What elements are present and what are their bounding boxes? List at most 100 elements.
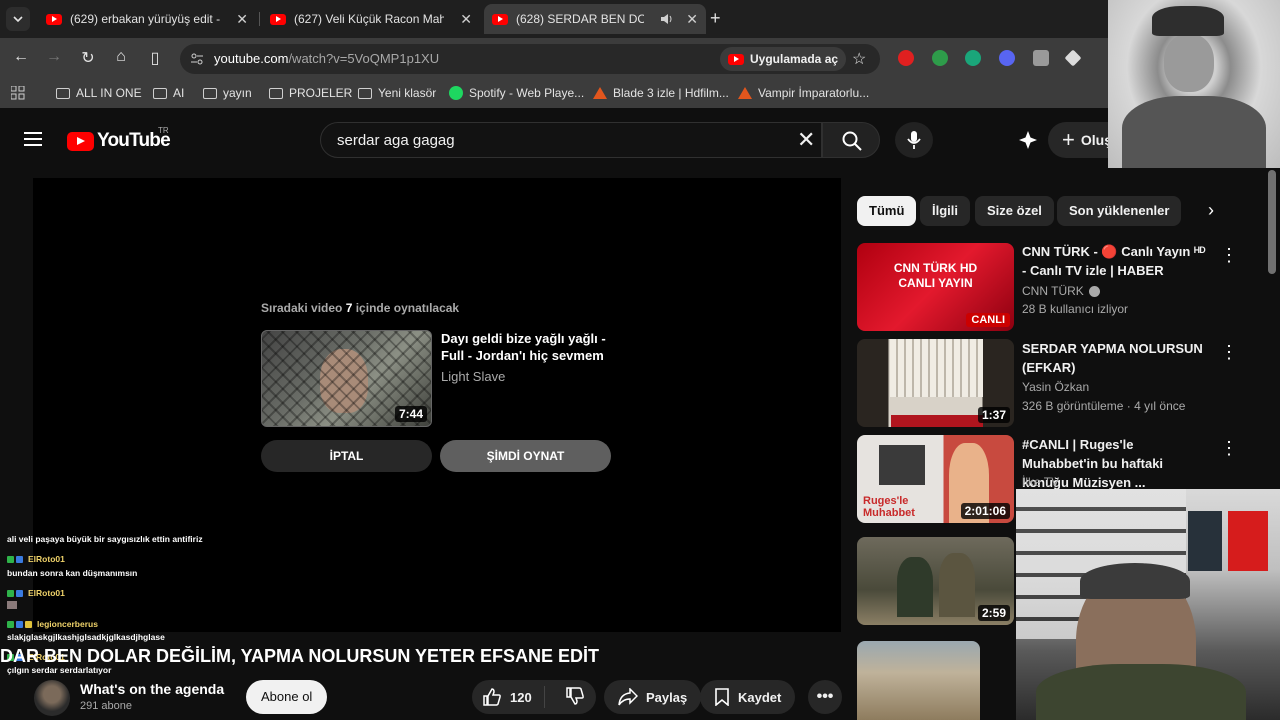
extension-adblock-icon[interactable] [898,50,914,66]
thumbnail-photo [879,445,925,485]
more-vertical-icon[interactable]: ⋮ [1220,342,1238,363]
tab-search-button[interactable] [6,7,30,31]
thumbs-down-icon [565,686,584,705]
site-info-icon[interactable] [190,52,204,66]
like-button[interactable]: 120 [472,686,545,708]
dislike-button[interactable] [553,686,597,709]
region-code: TR [158,126,169,135]
chat-username: ElRoto01 [28,588,65,598]
folder-icon [153,87,167,99]
search-input[interactable]: serdar aga gagag ✕ [320,122,822,158]
recommendation-thumbnail[interactable]: 1:37 [857,339,1014,427]
bookmark-projeler[interactable]: PROJELER [269,86,352,100]
chat-badge-icon [25,620,32,628]
extension-diamond-icon[interactable] [1064,49,1082,67]
extension-discord-icon[interactable] [999,50,1015,66]
save-button[interactable]: Kaydet [700,680,796,714]
folder-icon [358,87,372,99]
play-now-button[interactable]: ŞİMDİ OYNAT [440,440,611,472]
chevron-right-icon[interactable]: › [1200,200,1222,224]
recommendation-thumbnail[interactable] [857,641,980,720]
bookmark-blade-3[interactable]: Blade 3 izle | Hdfilm... [593,86,729,100]
new-tab-icon[interactable]: + [710,8,721,29]
open-in-app-button[interactable]: Uygulamada aç [720,47,847,71]
bookmark-yeni-klasor[interactable]: Yeni klasör [358,86,436,100]
bookmark-star-icon[interactable]: ☆ [852,49,866,69]
browser-tab-active[interactable]: (628) SERDAR BEN DOLAR DEĞİLİM ✕ [484,4,706,34]
clear-search-icon[interactable]: ✕ [797,127,815,153]
autoplay-prefix: Sıradaki video [261,301,346,315]
close-tab-icon[interactable]: ✕ [460,11,472,28]
youtube-masthead: YouTube TR serdar aga gagag ✕ + Oluş [0,108,1280,170]
apps-grid-icon[interactable] [11,86,25,100]
bookmark-label: PROJELER [289,86,353,100]
reading-list-icon[interactable]: ▯ [144,48,166,68]
chat-message: bundan sonra kan düşmanımsın [7,568,138,578]
recommendation-title[interactable]: SERDAR YAPMA NOLURSUN (EFKAR) [1022,339,1208,377]
recommendation-channel[interactable]: Yasin Özkan [1022,380,1089,394]
up-next-thumbnail[interactable]: 7:44 [261,330,432,427]
browser-tab[interactable]: (629) erbakan yürüyüş edit - YouTube ✕ [38,4,256,34]
url-path: /watch?v=5VoQMP1p1XU [288,51,440,66]
bookmark-yayin[interactable]: yayın [203,86,252,100]
bookmarks-bar: ALL IN ONE AI yayın PROJELER Yeni klasör… [0,80,1280,108]
search-input-value[interactable]: serdar aga gagag [337,132,455,149]
more-vertical-icon[interactable]: ⋮ [1220,245,1238,266]
extension-shield-icon[interactable] [1033,50,1049,66]
chip-all[interactable]: Tümü [857,196,917,226]
site-icon [593,87,607,99]
sparkle-icon[interactable] [1018,130,1038,150]
more-actions-button[interactable]: ••• [808,680,842,714]
chip-recently-uploaded[interactable]: Son yüklenenler [1057,196,1182,226]
open-in-app-label: Uygulamada aç [750,52,839,66]
recommendation-thumbnail[interactable]: Ruges'le Muhabbet 2:01:06 [857,435,1014,523]
bookmark-all-in-one[interactable]: ALL IN ONE [56,86,142,100]
youtube-logo[interactable]: YouTube [67,130,171,152]
forward-arrow-icon[interactable]: → [43,48,65,66]
close-tab-icon[interactable]: ✕ [686,11,698,28]
duration-badge: 7:44 [394,406,427,422]
recommendation-title[interactable]: CNN TÜRK - 🔴 Canlı Yayın ᴴᴰ - Canlı TV i… [1022,242,1208,280]
share-button[interactable]: Paylaş [604,680,702,714]
recommendation-thumbnail[interactable]: CNN TÜRK HD CANLI YAYIN CANLI [857,243,1014,331]
browser-tab[interactable]: (627) Veli Küçük Racon Mahkeme ✕ [262,4,480,34]
bookmark-label: Spotify - Web Playe... [469,86,585,100]
address-bar[interactable]: youtube.com/watch?v=5VoQMP1p1XU Uygulama… [180,44,880,74]
extension-grammarly-icon[interactable] [965,50,981,66]
recommendation-meta: 326 B görüntüleme · 4 yıl önce [1022,399,1186,413]
bookmark-vampir[interactable]: Vampir İmparatorlu... [738,86,869,100]
live-badge: CANLI [966,313,1010,327]
search-button[interactable] [822,122,880,158]
recommendation-channel[interactable]: İlke TV [1022,475,1059,489]
chat-message: ali veli paşaya büyük bir saygısızlık et… [7,534,203,544]
recommendation-channel[interactable]: CNN TÜRK [1022,284,1100,298]
webcam-flag [1228,511,1268,571]
home-icon[interactable]: ⌂ [110,48,132,66]
speaker-icon[interactable] [660,13,674,25]
extension-icon[interactable] [932,50,948,66]
up-next-title[interactable]: Dayı geldi bize yağlı yağlı - Full - Jor… [441,330,611,364]
chip-related[interactable]: İlgili [920,196,970,226]
subscribe-button[interactable]: Abone ol [246,680,328,714]
back-arrow-icon[interactable]: ← [10,48,32,66]
channel-name[interactable]: What's on the agenda [80,681,224,697]
youtube-favicon-icon [46,13,62,25]
close-tab-icon[interactable]: ✕ [236,11,248,28]
page-scrollbar[interactable] [1268,170,1276,274]
channel-avatar[interactable] [34,680,70,716]
chat-badge-icon [7,555,14,563]
bookmark-label: yayın [223,86,252,100]
reload-icon[interactable]: ↻ [77,48,99,68]
url-text[interactable]: youtube.com/watch?v=5VoQMP1p1XU [214,51,439,66]
more-vertical-icon[interactable]: ⋮ [1220,438,1238,459]
voice-search-button[interactable] [895,122,933,158]
cancel-autoplay-button[interactable]: İPTAL [261,440,432,472]
thumbnail-stripe [891,415,983,427]
recommendation-thumbnail[interactable]: 2:59 [857,537,1014,625]
webcam-banner [1188,511,1222,571]
bookmark-spotify[interactable]: Spotify - Web Playe... [449,86,584,100]
chat-user: legioncerberus [7,619,98,629]
bookmark-ai[interactable]: AI [153,86,184,100]
menu-icon[interactable] [24,132,42,146]
chip-for-you[interactable]: Size özel [975,196,1054,226]
